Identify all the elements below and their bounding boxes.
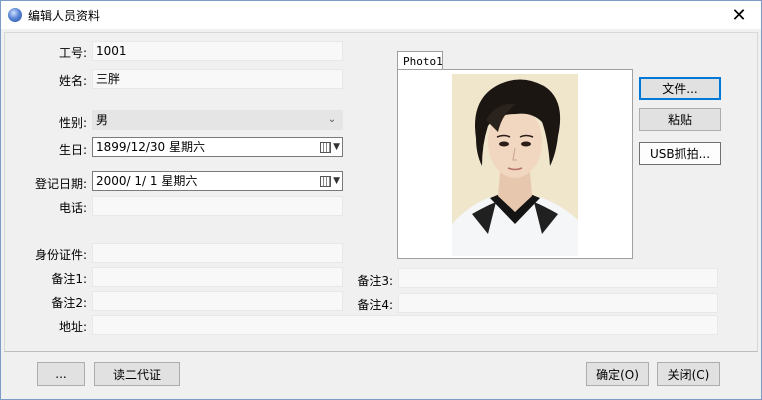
note3-label: 备注3: — [357, 274, 393, 288]
usb-capture-button[interactable]: USB抓拍... — [639, 142, 721, 165]
note2-field[interactable] — [92, 291, 343, 311]
portrait-image — [452, 74, 578, 256]
note3-field[interactable] — [398, 268, 718, 288]
idcard-field[interactable] — [92, 243, 343, 263]
name-label: 姓名: — [58, 74, 87, 88]
id-field[interactable]: 1001 — [92, 41, 343, 61]
calendar-dropdown-icon[interactable]: ▼ — [314, 173, 340, 189]
chevron-down-icon[interactable]: ⌄ — [322, 111, 342, 129]
photo-panel — [397, 69, 633, 259]
form-panel: 工号: 1001 姓名: 三胖 性别: 男 ⌄ 生日: 1899/12/30 星… — [4, 32, 758, 352]
calendar-dropdown-icon[interactable]: ▼ — [314, 139, 340, 155]
more-button[interactable]: ... — [37, 362, 85, 386]
read-id-card-button[interactable]: 读二代证 — [94, 362, 180, 386]
ok-button[interactable]: 确定(O) — [586, 362, 649, 386]
regdate-label: 登记日期: — [34, 177, 87, 191]
phone-field[interactable] — [92, 196, 343, 216]
close-icon[interactable]: ✕ — [719, 1, 759, 29]
window-title: 编辑人员资料 — [28, 9, 101, 23]
gender-value: 男 — [96, 113, 109, 127]
edit-person-dialog: 编辑人员资料 ✕ 工号: 1001 姓名: 三胖 性别: 男 ⌄ 生日: 189… — [0, 0, 762, 400]
birthday-date-picker[interactable]: 1899/12/30 星期六 ▼ — [92, 137, 343, 157]
title-bar[interactable]: 编辑人员资料 ✕ — [1, 1, 761, 29]
note4-label: 备注4: — [357, 298, 393, 312]
phone-label: 电话: — [58, 201, 87, 215]
birthday-value: 1899/12/30 星期六 — [96, 140, 205, 154]
close-button[interactable]: 关闭(C) — [657, 362, 720, 386]
gender-select[interactable]: 男 ⌄ — [92, 110, 343, 130]
file-button[interactable]: 文件... — [639, 77, 721, 100]
note1-field[interactable] — [92, 267, 343, 287]
tab-photo1[interactable]: Photo1 — [397, 51, 443, 71]
note4-field[interactable] — [398, 293, 718, 313]
address-field[interactable] — [92, 315, 718, 335]
note2-label: 备注2: — [51, 296, 87, 310]
app-icon — [8, 8, 22, 22]
gender-label: 性别: — [58, 116, 87, 130]
idcard-label: 身份证件: — [34, 248, 87, 262]
id-label: 工号: — [58, 46, 87, 60]
paste-button[interactable]: 粘贴 — [639, 108, 721, 131]
person-photo — [452, 74, 578, 256]
birthday-label: 生日: — [58, 143, 87, 157]
regdate-value: 2000/ 1/ 1 星期六 — [96, 174, 198, 188]
regdate-date-picker[interactable]: 2000/ 1/ 1 星期六 ▼ — [92, 171, 343, 191]
name-field[interactable]: 三胖 — [92, 69, 343, 89]
note1-label: 备注1: — [51, 272, 87, 286]
tab-strip — [443, 51, 635, 70]
address-label: 地址: — [58, 320, 87, 334]
